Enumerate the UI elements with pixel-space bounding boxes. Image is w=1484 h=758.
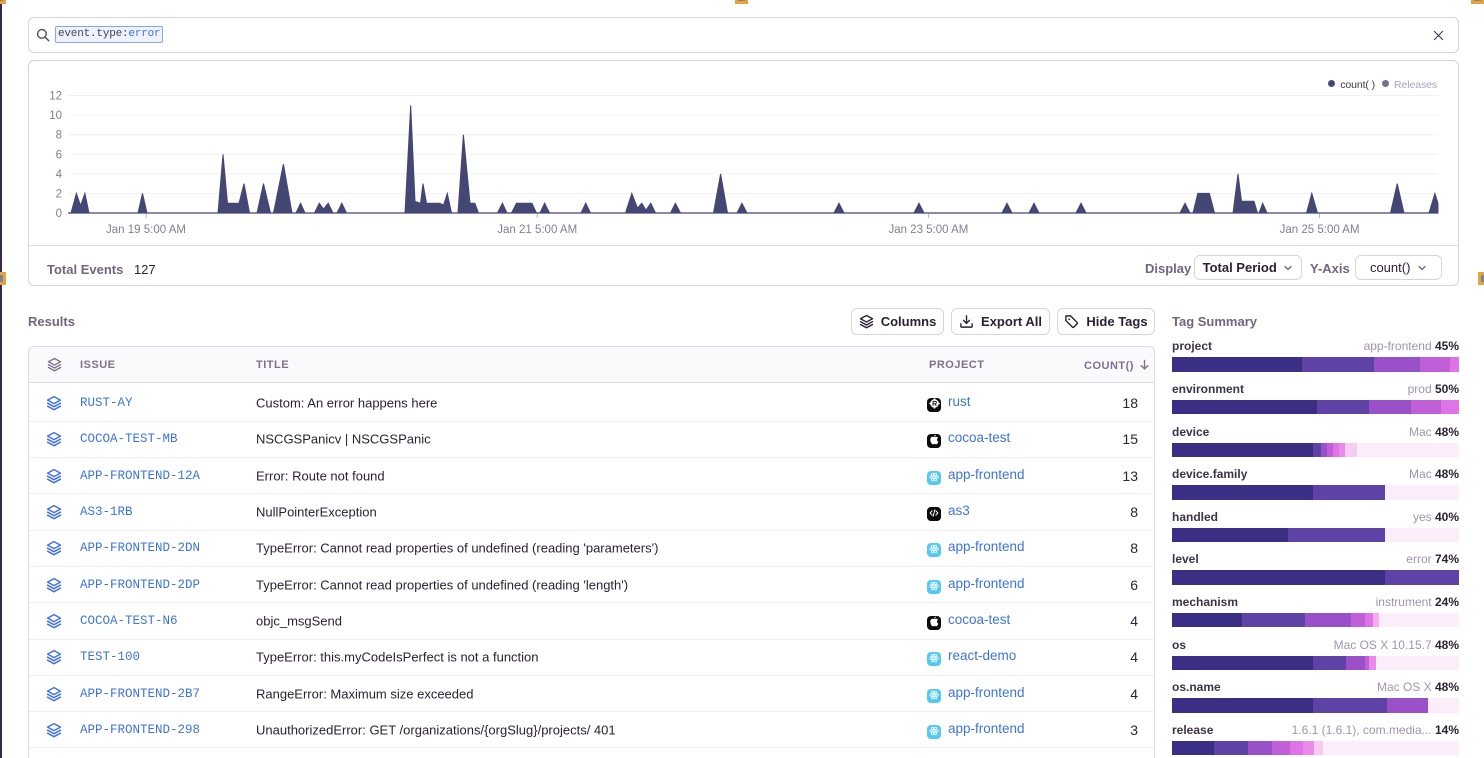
svg-text:0: 0 bbox=[56, 208, 62, 220]
svg-text:6: 6 bbox=[56, 149, 62, 161]
svg-text:12: 12 bbox=[49, 91, 62, 103]
svg-text:8: 8 bbox=[56, 130, 62, 142]
svg-text:Jan 21 5:00 AM: Jan 21 5:00 AM bbox=[497, 224, 577, 236]
svg-text:Jan 19 5:00 AM: Jan 19 5:00 AM bbox=[106, 224, 186, 236]
svg-text:2: 2 bbox=[56, 188, 62, 200]
svg-text:Jan 25 5:00 AM: Jan 25 5:00 AM bbox=[1280, 224, 1360, 236]
svg-text:10: 10 bbox=[49, 110, 62, 122]
svg-text:Jan 23 5:00 AM: Jan 23 5:00 AM bbox=[888, 224, 968, 236]
svg-text:4: 4 bbox=[56, 169, 63, 181]
